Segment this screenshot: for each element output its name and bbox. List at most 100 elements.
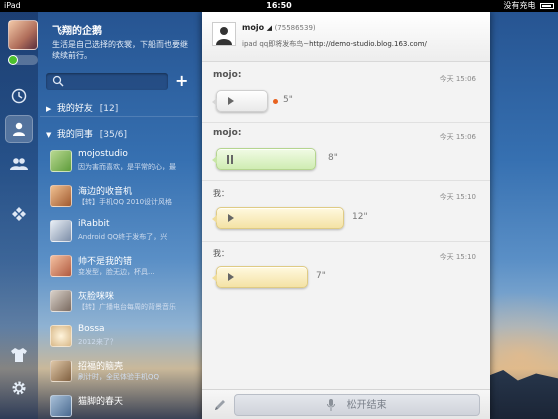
search-icon: [52, 75, 64, 87]
contact-name: 帅不是我的错: [78, 257, 133, 267]
microphone-icon: [327, 399, 336, 411]
play-icon: [228, 214, 234, 222]
my-nickname: 飞翔的企鹅: [52, 26, 102, 37]
contact-message: 【转】广播电台每周的背景音乐: [78, 303, 176, 311]
contact-item[interactable]: Bossa 2012来了？: [46, 321, 198, 355]
group-colleagues[interactable]: ▼ 我的同事 [35/6]: [46, 127, 127, 140]
chat-panel: mojo ◢ (75586539) ipad qq即将发布鸟~http://de…: [202, 12, 490, 419]
contact-name: 灰脸咪咪: [78, 292, 115, 302]
add-contact-button[interactable]: +: [175, 72, 188, 90]
search-input[interactable]: [46, 73, 168, 90]
signature-text: ipad qq即将发布鸟~: [242, 40, 310, 48]
voice-message-bubble[interactable]: [212, 90, 268, 112]
clock: 16:50: [266, 1, 292, 10]
chat-contact-qq: (75586539): [274, 24, 316, 32]
message-sender: 我：: [213, 189, 229, 198]
chat-contact-signature: ipad qq即将发布鸟~http://demo-studio.blog.163…: [242, 39, 427, 49]
battery-icon: [540, 2, 554, 9]
hold-to-talk-label: 松开结束: [346, 400, 387, 411]
voice-message-bubble[interactable]: [212, 207, 344, 229]
signature-link[interactable]: http://demo-studio.blog.163.com/: [309, 40, 427, 48]
contacts-button[interactable]: [5, 115, 33, 143]
chat-contact-avatar[interactable]: [212, 22, 236, 46]
play-icon: [228, 273, 234, 281]
contact-name: Bossa: [78, 324, 105, 334]
recent-chats-button[interactable]: [5, 82, 33, 110]
battery-label: 没有充电: [503, 1, 536, 10]
message-sender: mojo:: [213, 70, 242, 80]
group-name: 我的同事: [56, 130, 93, 140]
contact-item[interactable]: 海边的收音机 【转】手机QQ 2010设计风格: [46, 181, 198, 215]
avatar-figure-icon: [216, 27, 232, 45]
chat-contact-name: mojo: [242, 23, 265, 32]
unread-indicator: [273, 99, 278, 104]
caret-right-icon: ▶: [46, 105, 52, 113]
contact-item[interactable]: 猫脚的春天: [46, 391, 198, 419]
clock-icon: [11, 88, 27, 104]
message-time: 今天 15:06: [439, 75, 476, 83]
message-sender: 我：: [213, 249, 229, 258]
contact-avatar: [50, 290, 72, 312]
chat-contact-title: mojo ◢ (75586539): [242, 23, 316, 32]
contact-item[interactable]: 帅不是我的错 变发型，脸无边，杯具...: [46, 251, 198, 285]
contact-avatar: [50, 360, 72, 382]
divider: [202, 122, 490, 123]
contact-avatar: [50, 185, 72, 207]
group-name: 我的好友: [56, 104, 93, 114]
group-friends[interactable]: ▶ 我的好友 [12]: [46, 101, 118, 114]
online-status-dot: [8, 55, 18, 65]
voice-message-bubble[interactable]: [212, 266, 308, 288]
contact-message: 刷计时，全民体验手机QQ: [78, 373, 160, 381]
contact-avatar: [50, 150, 72, 172]
contact-avatar: [50, 395, 72, 417]
pencil-icon[interactable]: [213, 398, 227, 412]
online-status-toggle[interactable]: [8, 55, 38, 65]
contact-name: mojostudio: [78, 149, 128, 159]
contact-name: iRabbit: [78, 219, 110, 229]
apps-diamond-icon: [12, 207, 26, 221]
my-avatar[interactable]: [8, 20, 38, 50]
divider: [202, 241, 490, 242]
person-icon: [13, 122, 25, 136]
pause-icon: [227, 155, 235, 164]
contact-item[interactable]: mojostudio 因为害而喜欢，是平常的心，最: [46, 146, 198, 180]
apps-button[interactable]: [5, 200, 33, 228]
battery-status: 没有充电: [503, 0, 554, 12]
message-time: 今天 15:06: [439, 133, 476, 141]
gear-icon: [12, 381, 26, 395]
message-time: 今天 15:10: [439, 253, 476, 261]
contact-item[interactable]: 招福的脑壳 刷计时，全民体验手机QQ: [46, 356, 198, 390]
shirt-icon: [11, 348, 27, 362]
message-sender: mojo:: [213, 128, 242, 138]
chat-header: mojo ◢ (75586539) ipad qq即将发布鸟~http://de…: [202, 12, 490, 62]
signal-icon: ◢: [266, 24, 273, 32]
hold-to-talk-button[interactable]: 松开结束: [234, 394, 480, 416]
my-signature[interactable]: 生活是自己选择的衣裳，下船而也要继续续前行。: [52, 39, 192, 61]
voice-duration: 8": [328, 153, 338, 163]
settings-button[interactable]: [10, 379, 28, 397]
contact-message: 变发型，脸无边，杯具...: [78, 268, 155, 276]
status-bar: iPad 16:50 没有充电: [0, 0, 558, 12]
divider: [40, 116, 198, 117]
skin-button[interactable]: [10, 346, 28, 364]
group-count: [12]: [99, 104, 119, 114]
contact-message: 因为害而喜欢，是平常的心，最: [78, 163, 176, 171]
caret-down-icon: ▼: [46, 131, 52, 139]
divider: [202, 180, 490, 181]
contact-message: 2012来了？: [78, 338, 117, 346]
voice-duration: 7": [316, 271, 326, 281]
voice-duration: 12": [352, 212, 368, 222]
group-icon: [10, 158, 28, 170]
groups-button[interactable]: [5, 150, 33, 178]
contact-item[interactable]: iRabbit Android QQ终于发布了，兴: [46, 216, 198, 250]
contact-name: 海边的收音机: [78, 187, 133, 197]
voice-message-bubble[interactable]: [212, 148, 316, 170]
contact-item[interactable]: 灰脸咪咪 【转】广播电台每周的背景音乐: [46, 286, 198, 320]
message-time: 今天 15:10: [439, 193, 476, 201]
play-icon: [228, 97, 234, 105]
group-count: [35/6]: [99, 130, 127, 140]
contact-avatar: [50, 255, 72, 277]
contact-name: 猫脚的春天: [78, 397, 124, 407]
contact-message: 【转】手机QQ 2010设计风格: [78, 198, 173, 206]
contact-avatar: [50, 220, 72, 242]
